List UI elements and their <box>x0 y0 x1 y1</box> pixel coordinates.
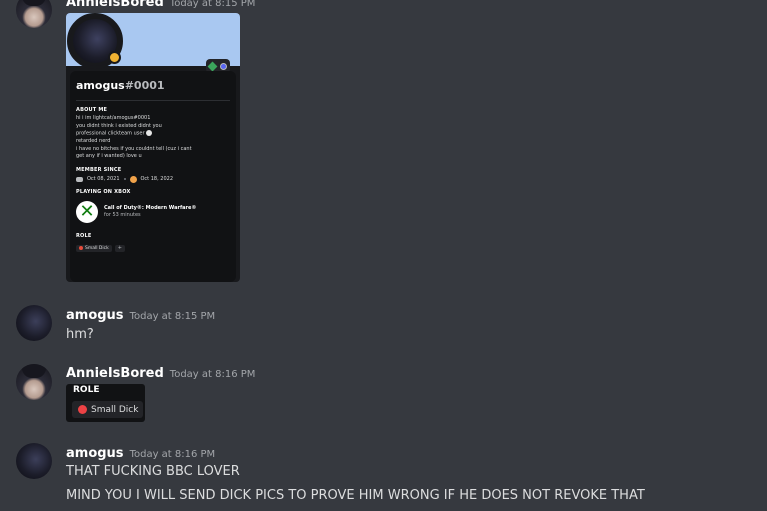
profile-roles: Small Dick + <box>76 244 230 252</box>
role-color-dot <box>78 405 87 414</box>
role-name: Small Dick <box>91 404 139 415</box>
profile-card: amogus#0001 ABOUT ME hi i im lightcat/am… <box>70 71 236 282</box>
role-color-dot <box>79 246 83 250</box>
profile-name: amogus#0001 <box>76 79 165 92</box>
about-text: hi i im lightcat/amogus#0001 you didnt t… <box>76 115 192 159</box>
message-timestamp: Today at 8:16 PM <box>169 369 256 380</box>
message-text: THAT FUCKING BBC LOVER <box>66 464 240 479</box>
role-pill: Small Dick <box>76 244 112 252</box>
profile-divider <box>76 100 230 101</box>
game-activity: Call of Duty®: Modern Warfare® for 53 mi… <box>76 200 230 223</box>
skull-emoji-icon <box>146 130 153 136</box>
profile-avatar-ring <box>67 13 123 69</box>
role-heading: ROLE <box>76 232 92 239</box>
amogus-avatar[interactable] <box>16 305 52 341</box>
message-timestamp: Today at 8:16 PM <box>129 449 216 460</box>
game-time: for 53 minutes <box>104 212 141 218</box>
message-username[interactable]: amogus <box>66 446 124 461</box>
discord-logo-icon <box>76 176 83 182</box>
game-title: Call of Duty®: Modern Warfare® <box>104 205 197 211</box>
amogus-avatar[interactable] <box>16 443 52 479</box>
message-username[interactable]: AnnieIsBored <box>66 366 164 381</box>
message-text: MIND YOU I WILL SEND DICK PICS TO PROVE … <box>66 488 645 503</box>
server-icon <box>129 175 137 183</box>
annie-avatar[interactable] <box>16 364 52 400</box>
hypesquad-badge-icon <box>220 62 227 70</box>
add-role-button: + <box>114 244 125 252</box>
xbox-logo-icon <box>76 200 98 223</box>
playing-heading: PLAYING ON XBOX <box>76 188 131 195</box>
annie-avatar[interactable] <box>16 0 52 28</box>
message-username[interactable]: AnnieIsBored <box>66 0 164 10</box>
profile-screenshot-attachment[interactable]: amogus#0001 ABOUT ME hi i im lightcat/am… <box>66 13 240 282</box>
role-pill: Small Dick <box>72 401 144 418</box>
message-timestamp: Today at 8:15 PM <box>169 0 256 9</box>
about-heading: ABOUT ME <box>76 107 108 113</box>
separator-dot <box>123 178 126 180</box>
message-timestamp: Today at 8:15 PM <box>129 311 216 322</box>
role-screenshot-attachment[interactable]: ROLE Small Dick <box>66 384 145 422</box>
role-heading: ROLE <box>73 385 100 395</box>
message-text: hm? <box>66 327 94 342</box>
nitro-badge-icon <box>207 61 218 71</box>
member-since-heading: MEMBER SINCE <box>76 166 122 173</box>
idle-status-icon <box>108 51 121 64</box>
member-since-row: Oct 08, 2021 Oct 18, 2022 <box>76 175 230 183</box>
message-username[interactable]: amogus <box>66 308 124 323</box>
